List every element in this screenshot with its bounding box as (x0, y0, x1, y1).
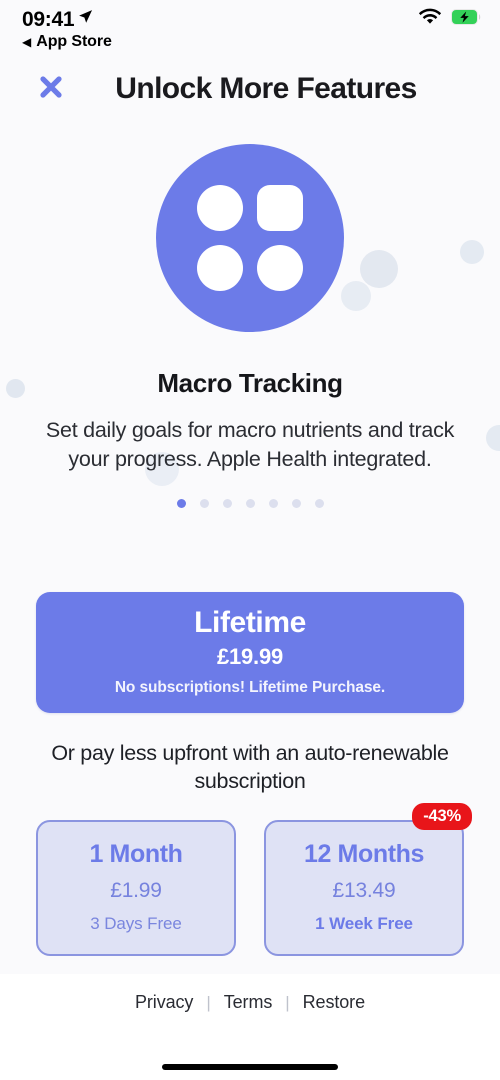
restore-link[interactable]: Restore (303, 992, 365, 1013)
footer: Privacy | Terms | Restore (0, 974, 500, 1080)
lifetime-note: No subscriptions! Lifetime Purchase. (114, 678, 386, 696)
feature-carousel: Macro Tracking Set daily goals for macro… (0, 120, 500, 578)
plan-option-monthly: 1 Month £1.99 3 Days Free (36, 819, 236, 956)
home-indicator[interactable] (162, 1064, 338, 1070)
feature-title: Macro Tracking (157, 368, 343, 398)
back-link-label: App Store (36, 33, 112, 50)
plan-price: £13.49 (332, 879, 396, 902)
terms-link[interactable]: Terms (224, 992, 273, 1013)
macro-glyph-top-left (197, 185, 243, 231)
lifetime-purchase-button[interactable]: Lifetime £19.99 No subscriptions! Lifeti… (36, 592, 464, 713)
page-dot[interactable] (176, 499, 186, 509)
page-dot[interactable] (314, 499, 324, 509)
footer-separator: | (206, 992, 211, 1012)
status-bar-right (418, 8, 482, 31)
subscription-blurb: Or pay less upfront with an auto-renewab… (51, 740, 449, 794)
footer-links: Privacy | Terms | Restore (135, 992, 365, 1013)
plan-name: 12 Months (303, 839, 425, 868)
plan-card-yearly[interactable]: 12 Months £13.49 1 Week Free (264, 819, 464, 956)
plan-price: £1.99 (110, 879, 162, 902)
macro-grid-icon (156, 144, 344, 332)
page-dot[interactable] (222, 499, 232, 509)
plan-option-yearly: -43% 12 Months £13.49 1 Week Free (264, 802, 472, 956)
lifetime-price: £19.99 (216, 643, 284, 669)
page-dot[interactable] (245, 499, 255, 509)
page-indicator[interactable] (176, 499, 324, 509)
plan-name: 1 Month (89, 839, 183, 868)
location-arrow-icon (78, 9, 93, 29)
macro-glyph-top-right (257, 185, 303, 231)
page-dot[interactable] (268, 499, 278, 509)
feature-description: Set daily goals for macro nutrients and … (45, 418, 455, 471)
pricing-section: Lifetime £19.99 No subscriptions! Lifeti… (0, 578, 500, 956)
plan-card-monthly[interactable]: 1 Month £1.99 3 Days Free (36, 819, 236, 956)
macro-glyph-bottom-right (257, 245, 303, 291)
screen-header: Unlock More Features (0, 58, 500, 120)
purchase-paywall-screen: 09:41 ◀ App Store Unlock More Features M… (0, 0, 500, 1080)
back-caret-icon: ◀ (22, 35, 32, 49)
plan-trial: 3 Days Free (90, 914, 182, 933)
status-time: 09:41 (22, 7, 75, 31)
wifi-icon (418, 8, 442, 31)
discount-badge: -43% (412, 802, 472, 830)
footer-separator: | (285, 992, 290, 1012)
back-to-app-store-link[interactable]: ◀ App Store (22, 33, 482, 51)
page-title: Unlock More Features (115, 72, 417, 105)
status-bar-left: 09:41 (22, 9, 93, 30)
macro-glyph-bottom-left (197, 245, 243, 291)
privacy-link[interactable]: Privacy (135, 992, 193, 1013)
status-bar: 09:41 ◀ App Store (0, 0, 500, 58)
page-dot[interactable] (199, 499, 209, 509)
lifetime-title: Lifetime (194, 606, 306, 640)
subscription-plan-row: 1 Month £1.99 3 Days Free -43% 12 Months… (36, 802, 472, 956)
plan-trial: 1 Week Free (315, 914, 413, 933)
page-dot[interactable] (291, 499, 301, 509)
battery-charging-icon (451, 8, 482, 30)
